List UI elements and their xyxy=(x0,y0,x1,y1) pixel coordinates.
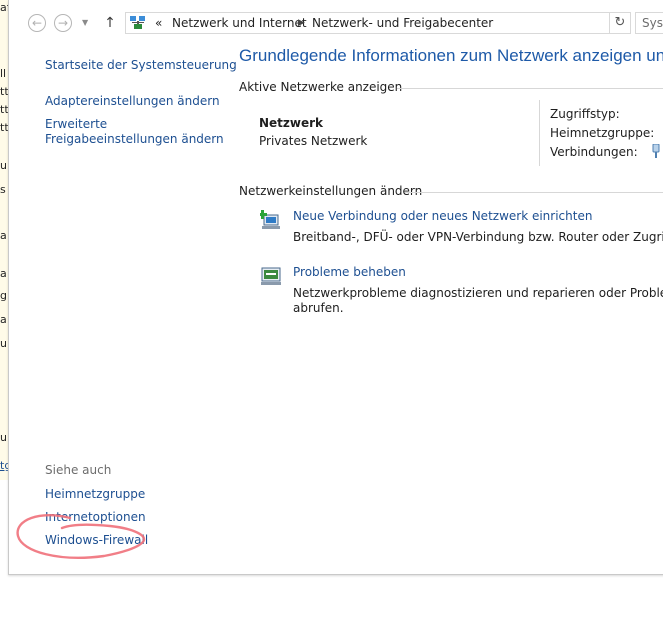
divider xyxy=(539,100,540,166)
troubleshoot-icon xyxy=(261,267,281,285)
bg-text-fragment: u xyxy=(0,431,7,444)
active-networks-heading: Aktive Netzwerke anzeigen xyxy=(239,80,403,94)
bg-text-fragment: a xyxy=(0,313,7,326)
setup-connection-description: Breitband-, DFÜ- oder VPN-Verbindung bzw… xyxy=(293,230,663,244)
search-input[interactable]: Sys xyxy=(635,12,663,34)
page-title: Grundlegende Informationen zum Netzwerk … xyxy=(239,46,663,65)
back-button[interactable]: ← xyxy=(28,14,46,32)
breadcrumb-overflow[interactable]: « xyxy=(155,16,162,30)
arrow-left-icon: ← xyxy=(31,16,43,30)
refresh-icon: ↻ xyxy=(614,15,626,30)
troubleshoot-link[interactable]: Probleme beheben xyxy=(293,265,406,279)
network-name: Netzwerk xyxy=(259,116,324,130)
up-button[interactable]: ↑ xyxy=(103,14,117,32)
homegroup-label: Heimnetzgruppe: xyxy=(550,126,655,140)
sidebar-item-windows-firewall[interactable]: Windows-Firewall xyxy=(45,533,148,548)
sidebar-item-advanced-sharing-line1[interactable]: Erweiterte xyxy=(45,117,107,132)
sidebar-item-adapter-settings[interactable]: Adaptereinstellungen ändern xyxy=(45,94,220,109)
forward-button[interactable]: → xyxy=(54,14,72,32)
new-connection-icon xyxy=(260,210,280,229)
arrow-up-icon: ↑ xyxy=(104,15,116,31)
change-settings-heading: Netzwerkeinstellungen ändern xyxy=(239,184,423,198)
bg-text-fragment: ll xyxy=(0,67,7,80)
network-sharing-center-window: ← → ▼ ↑ « Netzwerk und Internet ▶ Netzwe… xyxy=(8,0,663,575)
breadcrumb-item[interactable]: Netzwerk und Internet xyxy=(172,16,307,30)
search-placeholder: Sys xyxy=(642,16,663,30)
bg-text-fragment: a xyxy=(0,267,7,280)
bg-text-fragment: u xyxy=(0,337,7,350)
chevron-right-icon[interactable]: ▶ xyxy=(298,18,305,28)
divider xyxy=(397,88,663,89)
sidebar-item-internet-options[interactable]: Internetoptionen xyxy=(45,510,146,525)
sidebar-item-advanced-sharing-line2[interactable]: Freigabeeinstellungen ändern xyxy=(45,132,224,147)
access-type-label: Zugriffstyp: xyxy=(550,107,620,121)
bg-text-fragment: u xyxy=(0,159,7,172)
arrow-right-icon: → xyxy=(57,16,69,30)
sidebar-item-control-panel-home[interactable]: Startseite der Systemsteuerung xyxy=(45,58,237,73)
refresh-button[interactable]: ↻ xyxy=(610,12,631,34)
divider xyxy=(405,192,663,193)
bg-text-fragment: a xyxy=(0,229,7,242)
troubleshoot-description-line1: Netzwerkprobleme diagnostizieren und rep… xyxy=(293,286,663,300)
navigation-toolbar: ← → ▼ ↑ « Netzwerk und Internet ▶ Netzwe… xyxy=(9,0,663,44)
network-category: Privates Netzwerk xyxy=(259,134,368,148)
see-also-heading: Siehe auch xyxy=(45,463,112,477)
bg-text-fragment: g xyxy=(0,289,7,302)
sidebar-item-homegroup[interactable]: Heimnetzgruppe xyxy=(45,487,145,502)
chevron-down-icon: ▼ xyxy=(82,18,89,27)
breadcrumb-item[interactable]: Netzwerk- und Freigabecenter xyxy=(312,16,493,30)
troubleshoot-description-line2: abrufen. xyxy=(293,301,344,315)
recent-locations-button[interactable]: ▼ xyxy=(82,18,92,28)
bg-text-fragment: s xyxy=(0,183,6,196)
connections-label: Verbindungen: xyxy=(550,145,638,159)
address-bar[interactable]: « Netzwerk und Internet ▶ Netzwerk- und … xyxy=(125,12,610,34)
setup-connection-link[interactable]: Neue Verbindung oder neues Netzwerk einr… xyxy=(293,209,592,223)
network-icon xyxy=(130,16,145,29)
ethernet-icon[interactable] xyxy=(652,144,660,158)
